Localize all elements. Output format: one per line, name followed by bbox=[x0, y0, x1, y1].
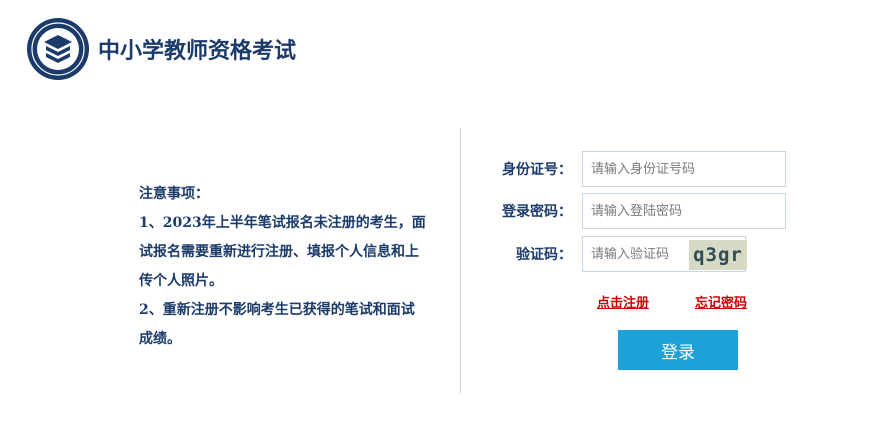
id-number-label: 身份证号： bbox=[502, 162, 572, 178]
captcha-input[interactable] bbox=[589, 245, 691, 263]
notice-block: 注意事项： 1、2023年上半年笔试报名未注册的考生，面 试报名需要重新进行注册… bbox=[139, 180, 445, 354]
password-input[interactable] bbox=[589, 202, 779, 220]
captcha-label: 验证码： bbox=[516, 247, 572, 263]
teacher-cert-seal-icon bbox=[27, 18, 89, 80]
captcha-image[interactable]: q3gr bbox=[689, 240, 747, 270]
login-page: 中小学教师资格考试 注意事项： 1、2023年上半年笔试报名未注册的考生，面 试… bbox=[0, 0, 872, 423]
password-field-box bbox=[582, 193, 786, 229]
captcha-text: q3gr bbox=[693, 244, 743, 266]
login-button[interactable]: 登录 bbox=[618, 330, 738, 370]
notice-line: 传个人照片。 bbox=[139, 273, 223, 289]
vertical-divider bbox=[460, 128, 461, 393]
id-number-field-box bbox=[582, 151, 786, 187]
id-number-row: 身份证号： bbox=[500, 151, 786, 187]
forgot-password-link[interactable]: 忘记密码 bbox=[695, 292, 747, 311]
notice-line: 1、2023年上半年笔试报名未注册的考生，面 bbox=[139, 215, 426, 231]
notice-line: 试报名需要重新进行注册、填报个人信息和上 bbox=[139, 244, 419, 260]
password-label: 登录密码： bbox=[502, 204, 572, 220]
password-row: 登录密码： bbox=[500, 193, 786, 229]
id-number-input[interactable] bbox=[589, 160, 779, 178]
notice-heading: 注意事项： bbox=[139, 186, 209, 202]
site-title: 中小学教师资格考试 bbox=[98, 39, 297, 64]
notice-line: 成绩。 bbox=[139, 331, 181, 347]
notice-line: 2、重新注册不影响考生已获得的笔试和面试 bbox=[139, 302, 415, 318]
site-header: 中小学教师资格考试 bbox=[26, 16, 296, 82]
register-link[interactable]: 点击注册 bbox=[597, 292, 649, 311]
